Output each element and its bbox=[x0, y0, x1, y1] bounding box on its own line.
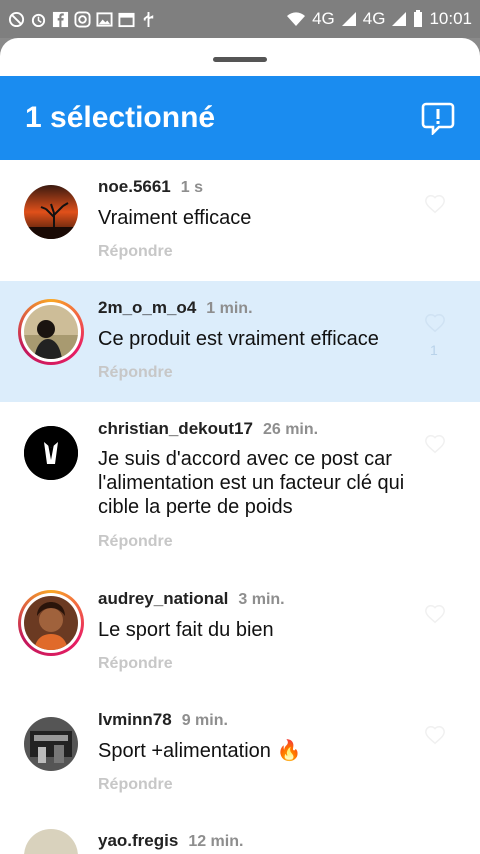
comment-username[interactable]: lvminn78 bbox=[98, 710, 172, 730]
reply-button[interactable]: Répondre bbox=[98, 364, 173, 382]
report-icon bbox=[421, 102, 455, 137]
comment-row[interactable]: lvminn78 9 min. Sport +alimentation 🔥 Ré… bbox=[0, 693, 480, 814]
comment-meta: christian_dekout17 26 min. bbox=[98, 419, 318, 439]
comment-row[interactable]: noe.5661 1 s Vraiment efficace Répondre bbox=[0, 160, 480, 281]
avatar bbox=[24, 305, 78, 359]
comment-time: 9 min. bbox=[181, 712, 228, 729]
status-icons-left bbox=[8, 10, 157, 28]
avatar-story-ring[interactable] bbox=[18, 299, 84, 365]
clock: 10:01 bbox=[429, 9, 472, 28]
comment-time: 12 min. bbox=[188, 833, 244, 850]
heart-icon[interactable] bbox=[424, 724, 446, 746]
comment-meta: 2m_o_m_o4 1 min. bbox=[98, 298, 253, 318]
comment-text: Ce produit est vraiment efficace bbox=[98, 328, 379, 350]
avatar[interactable] bbox=[24, 717, 78, 771]
comment-username[interactable]: 2m_o_m_o4 bbox=[98, 298, 196, 318]
avatar[interactable] bbox=[24, 185, 78, 239]
wifi-icon bbox=[287, 12, 306, 26]
like-count[interactable]: 1 bbox=[430, 342, 438, 358]
comment-time: 1 min. bbox=[206, 300, 253, 317]
comment-row[interactable]: christian_dekout17 26 min. Je suis d'acc… bbox=[0, 402, 480, 572]
network-label: 4G bbox=[312, 9, 335, 28]
signal-icon-2 bbox=[392, 12, 407, 26]
selection-header: 1 sélectionné bbox=[0, 76, 480, 160]
avatar bbox=[24, 596, 78, 650]
comment-time: 3 min. bbox=[238, 591, 285, 608]
heart-icon[interactable] bbox=[424, 312, 446, 334]
heart-icon[interactable] bbox=[424, 433, 446, 455]
comment-username[interactable]: noe.5661 bbox=[98, 177, 171, 197]
heart-icon[interactable] bbox=[424, 193, 446, 215]
gallery-icon bbox=[96, 11, 113, 27]
avatar[interactable] bbox=[24, 426, 78, 480]
battery-icon bbox=[414, 10, 423, 27]
avatar-story-ring[interactable] bbox=[18, 590, 84, 656]
comment-username[interactable]: audrey_national bbox=[98, 589, 228, 609]
reply-button[interactable]: Répondre bbox=[98, 243, 173, 261]
comment-row[interactable]: yao.fregis 12 min. bbox=[0, 814, 480, 854]
comment-row[interactable]: audrey_national 3 min. Le sport fait du … bbox=[0, 572, 480, 693]
comment-meta: audrey_national 3 min. bbox=[98, 589, 285, 609]
comment-meta: lvminn78 9 min. bbox=[98, 710, 228, 730]
network-label-2: 4G bbox=[362, 9, 386, 28]
comment-list: noe.5661 1 s Vraiment efficace Répondre … bbox=[0, 160, 480, 854]
reply-button[interactable]: Répondre bbox=[98, 533, 173, 551]
calendar-icon bbox=[118, 12, 135, 27]
comment-username[interactable]: yao.fregis bbox=[98, 831, 178, 851]
comment-meta: yao.fregis 12 min. bbox=[98, 831, 243, 851]
instagram-icon bbox=[74, 10, 91, 28]
alarm-icon bbox=[31, 13, 46, 27]
heart-icon[interactable] bbox=[424, 603, 446, 625]
usb-icon bbox=[143, 11, 154, 27]
status-icons-right: 4G 4G 10:01 bbox=[286, 9, 472, 29]
comment-text: Sport +alimentation 🔥 bbox=[98, 740, 302, 762]
comment-text: Le sport fait du bien bbox=[98, 619, 274, 641]
selection-title: 1 sélectionné bbox=[25, 101, 216, 134]
sheet-drag-handle[interactable] bbox=[213, 57, 267, 62]
facebook-icon bbox=[52, 11, 69, 27]
reply-button[interactable]: Répondre bbox=[98, 776, 173, 794]
comment-text: Vraiment efficace bbox=[98, 207, 252, 229]
reply-button[interactable]: Répondre bbox=[98, 655, 173, 673]
report-button[interactable] bbox=[421, 101, 455, 137]
avatar[interactable] bbox=[24, 829, 78, 854]
comment-time: 1 s bbox=[180, 179, 204, 196]
no-disturb-icon bbox=[8, 11, 25, 27]
comment-username[interactable]: christian_dekout17 bbox=[98, 419, 253, 439]
comment-row-selected[interactable]: 2m_o_m_o4 1 min. Ce produit est vraiment… bbox=[0, 281, 480, 402]
comment-time: 26 min. bbox=[262, 421, 319, 438]
comments-sheet: 1 sélectionné noe.5661 1 s Vraiment effi… bbox=[0, 38, 480, 854]
status-bar: 4G 4G 10:01 bbox=[0, 0, 480, 38]
comment-meta: noe.5661 1 s bbox=[98, 177, 203, 197]
signal-icon bbox=[341, 12, 356, 26]
comment-text: Je suis d'accord avec ce post car l'alim… bbox=[98, 448, 405, 518]
